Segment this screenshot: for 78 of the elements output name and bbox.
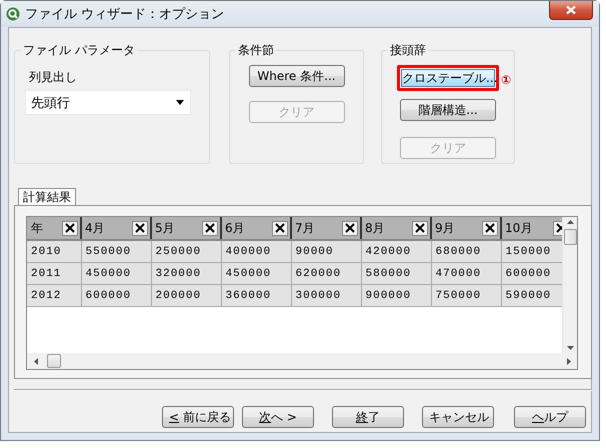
vertical-scrollbar[interactable] [562,217,577,353]
where-condition-button[interactable]: Where 条件... [248,65,344,87]
column-header[interactable]: 6月 [221,217,291,240]
remove-column-button[interactable] [482,220,498,236]
column-title: 年 [31,220,43,236]
table-cell: 750000 [431,284,501,306]
close-icon [485,223,495,233]
table-cell: 2011 [27,262,81,284]
close-icon [135,223,145,233]
column-header[interactable]: 8月 [361,217,431,240]
remove-column-button[interactable] [272,220,288,236]
close-icon [275,223,285,233]
table-cell: 200000 [151,284,221,306]
table-cell: 620000 [291,262,361,284]
table-cell: 2010 [27,240,81,262]
finish-button[interactable]: 終了 [332,406,404,428]
cancel-button[interactable]: キャンセル [422,406,494,428]
column-header[interactable]: 9月 [431,217,501,240]
remove-column-button[interactable] [132,220,148,236]
column-header[interactable]: 年 [27,217,81,240]
column-header[interactable]: 5月 [151,217,221,240]
horizontal-scrollbar[interactable] [27,353,577,369]
group-title: ファイル パラメータ [22,42,136,59]
table-cell: 360000 [221,284,291,306]
column-title: 10月 [505,220,532,236]
next-button[interactable]: 次へ > [242,406,314,428]
column-title: 8月 [365,220,385,236]
table-cell: 250000 [151,240,221,262]
table-cell: 450000 [221,262,291,284]
column-header[interactable]: 4月 [81,217,151,240]
close-icon [565,5,577,15]
annotation-marker: ① [501,73,512,87]
group-title: 接頭辞 [389,42,427,59]
column-title: 9月 [435,220,455,236]
column-header[interactable]: 10月 [501,217,562,240]
table-cell: 590000 [501,284,562,306]
table-cell: 680000 [431,240,501,262]
close-icon [415,223,425,233]
table-cell: 320000 [151,262,221,284]
window-title: ファイル ウィザード：オプション [25,6,226,23]
remove-column-button[interactable] [202,220,218,236]
remove-column-button[interactable] [412,220,428,236]
remove-column-button[interactable] [342,220,358,236]
remove-column-button[interactable] [62,220,78,236]
scroll-thumb[interactable] [564,229,576,245]
hierarchy-button[interactable]: 階層構造... [400,99,496,121]
table-cell: 150000 [501,240,562,262]
column-title: 6月 [225,220,245,236]
table-cell: 470000 [431,262,501,284]
table-cell: 600000 [501,262,562,284]
app-icon [6,7,20,21]
close-icon [65,223,75,233]
header-dropdown[interactable]: 先頭行 [25,90,191,115]
close-button[interactable] [549,1,593,20]
table-cell: 450000 [81,262,151,284]
column-title: 7月 [295,220,315,236]
table-cell: 600000 [81,284,151,306]
column-title: 5月 [155,220,175,236]
table-cell: 2012 [27,284,81,306]
close-icon [205,223,215,233]
table-cell: 900000 [361,284,431,306]
scroll-thumb[interactable] [47,354,61,368]
table-cell: 420000 [361,240,431,262]
help-button[interactable]: ヘルプ [514,406,586,428]
close-icon [345,223,355,233]
back-button[interactable]: < 前に戻る [162,406,234,428]
field-label: 列見出し [29,69,78,86]
group-title: 条件節 [237,42,275,59]
table-cell: 580000 [361,262,431,284]
table-cell: 550000 [81,240,151,262]
column-title: 4月 [85,220,105,236]
dropdown-arrow-icon [176,100,184,105]
table-cell: 300000 [291,284,361,306]
table-cell: 90000 [291,240,361,262]
crosstable-button[interactable]: クロステーブル... [397,65,499,91]
table-cell: 400000 [221,240,291,262]
tab[interactable]: 計算結果 [18,188,76,206]
column-header[interactable]: 7月 [291,217,361,240]
